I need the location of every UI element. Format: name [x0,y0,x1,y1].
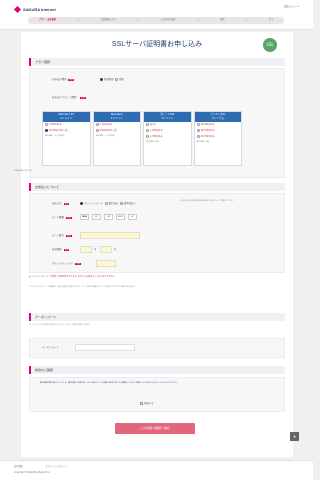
radio-bank[interactable] [104,202,108,205]
expiry-year-select[interactable] [100,246,112,253]
plan-table: Standard EV 1ドメイン 3,300円/1年 16,500円/1年一括 … [42,111,242,166]
year-unit: 年 [114,248,117,251]
radio-new[interactable] [100,78,103,81]
radio-credit[interactable] [80,202,83,205]
agree-checkbox[interactable]: 同意する [140,402,154,405]
mastercard-icon[interactable]: MC [92,214,101,220]
diners-icon[interactable]: DC [128,214,137,220]
method-label: 支払方法 必須 [52,202,70,206]
amex-icon[interactable]: AMEX [116,214,125,220]
coupon-label: クーポンコード [42,346,59,349]
coupon-section [29,338,285,358]
number-label: カード番号 必須 [52,234,72,238]
visa-icon[interactable]: VISA [80,214,89,220]
expiry-label: 有効期限 必須 [52,248,70,252]
jcb-icon[interactable]: JCB [104,214,113,220]
brand-name: SAKURA Internet [23,7,56,12]
plan-footnote: 発行時間：数分 [196,140,210,143]
radio-renew[interactable] [115,78,119,81]
progress-steps: プラン・支払選択 ＞ 会員情報の入力 ＞ 入力内容の確認 ＞ 確認 ＞ 完了 [28,17,284,24]
step-3: 入力内容の確認 [160,18,176,22]
plan-name: Standard EV 1ドメイン [43,112,90,122]
member-menu[interactable]: 会員メニュー ▾ [284,5,299,9]
card-number-input[interactable] [80,232,140,239]
plan-heading: プラン選択 [29,58,285,66]
plan-name: ラピッドSSL 1ドメイン [144,112,191,122]
step-sep: ＞ [77,18,80,22]
agreement-desc: 個人情報の取り扱いについてと、基本約款（PDF形式）およびSSLサービス約款（P… [40,382,180,384]
coupon-heading: クーポンコード [29,313,285,321]
logo[interactable]: SAKURA Internet [13,6,56,14]
month-unit: 月 [94,248,97,251]
page-title: SSLサーバ証明書お申し込み [111,41,203,48]
step-5: 完了 [268,18,274,22]
payment-side-note: お支払い方法の変更は申込後にはできません。ご確認ください。 [180,200,235,202]
footer: 会社概要 プライバシーポリシー Copyright ©SAKURA intern… [0,460,313,480]
plan-footnote: 発行時間：数分 [146,140,160,143]
plan-note: ※税込価格の表示です。 [14,170,35,172]
payment-fine-print: ご入力いただいたカード情報は、安全な通信で送信されます。カード会社の規定により、… [29,286,137,288]
agreement-heading: 約款のご確認 [29,366,285,374]
security-code-input[interactable] [96,260,116,267]
contract-options[interactable]: 新規取得 更新 [100,78,124,81]
plan-name: Standard 1ドメイン [93,112,140,122]
payment-warning: ▲「クレジットカード」の場合、即時決済となります。お申し込み後のキャンセルはでき… [29,276,117,278]
plan-footnote: 発行時間：1〜3営業日 [95,134,115,137]
coupon-input[interactable] [75,344,135,351]
radio-invoice[interactable] [119,202,123,205]
plan-select-label: お申込みプラン（期間） 必須 [52,96,86,100]
method-options[interactable]: クレジットカード 銀行振込 請求書払い [80,202,136,205]
plan-card[interactable]: ワイルドSSL プレミアム 18,480円/1年 38,520円/1年 45,78… [193,111,242,166]
ssl-badge-icon: SSL [263,38,277,52]
sakura-logo-icon [13,6,22,14]
step-sep: ＞ [245,18,248,22]
expiry-month-select[interactable] [80,246,92,253]
checkbox-icon[interactable] [140,402,143,405]
page-top-button[interactable]: ▲ [290,432,299,441]
step-1: プラン・支払選択 [38,18,57,22]
brand-label: カード種類 必須 [52,216,72,220]
plan-card[interactable]: Standard 1ドメイン 1,793円/1年 9,900円/3年一括 発行時間… [92,111,141,166]
plan-name: ワイルドSSL プレミアム [194,112,241,122]
contract-label: お申込み種別 必須 [52,78,74,82]
plan-card[interactable]: Standard EV 1ドメイン 3,300円/1年 16,500円/1年一括 … [42,111,91,166]
copyright: Copyright ©SAKURA internet Inc. [14,471,51,474]
footer-link-privacy[interactable]: プライバシーポリシー [45,465,67,469]
card-brands: VISA MC JCB AMEX DC [80,214,137,220]
security-label: セキュリティコード 必須 [52,262,81,266]
top-bar: SAKURA Internet 会員メニュー ▾ プラン・支払選択 ＞ 会員情報… [0,0,313,30]
coupon-desc: クーポンコードをお持ちの方は入力してください。割引が適用されます。 [29,324,92,326]
step-2: 会員情報の入力 [100,18,116,22]
payment-heading: お支払いについて [29,183,285,191]
step-sep: ＞ [196,18,199,22]
plan-card[interactable]: ラピッドSSL 1ドメイン 約1年 1,280円/1年 1,580円/1年 発行時… [143,111,192,166]
step-sep: ＞ [136,18,140,22]
submit-button[interactable]: この内容で確認へ進む [115,423,195,434]
step-4: 確認 [220,18,225,22]
plan-footnote: 発行時間：3〜5営業日 [45,134,65,137]
footer-link-company[interactable]: 会社概要 [14,465,23,469]
